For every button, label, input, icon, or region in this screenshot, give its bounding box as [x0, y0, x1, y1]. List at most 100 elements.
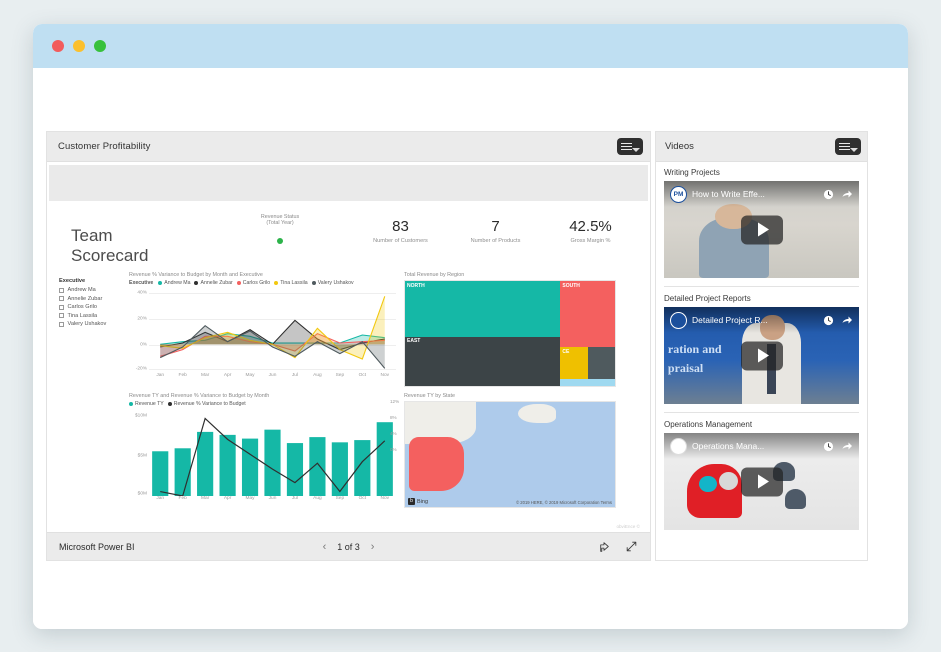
clock-icon[interactable]	[823, 189, 834, 200]
play-icon[interactable]	[740, 341, 783, 370]
y-axis: 40% 20% 0% -20%	[129, 289, 149, 373]
play-icon[interactable]	[740, 215, 783, 244]
play-icon[interactable]	[740, 467, 783, 496]
video-thumbnail[interactable]: ration and praisal Detailed Project R...	[664, 307, 859, 404]
checkbox-icon[interactable]	[59, 296, 64, 301]
y-axis: $10M $5M $0M	[129, 410, 149, 497]
x-tick: Jun	[268, 496, 277, 501]
kpi-value-customers: 83	[392, 218, 409, 235]
slicer-item-label: Valery Ushakov	[67, 321, 107, 327]
x-tick: Sep	[335, 373, 345, 378]
revenue-status-label: Revenue Status (Total Year)	[260, 214, 300, 226]
slicer-item-tina-lassila[interactable]: Tina Lassila	[59, 313, 121, 319]
x-tick: Jul	[291, 496, 299, 501]
legend-tick: 8%	[390, 415, 397, 420]
y-tick: $5M	[137, 453, 147, 459]
kpi-caption-margin: Gross Margin %	[570, 238, 611, 244]
x-tick: Feb	[178, 496, 187, 501]
checkbox-icon[interactable]	[59, 287, 64, 293]
slicer-item-annelie-zubar[interactable]: Annelie Zubar	[59, 296, 121, 302]
legend-group-label: Executive	[129, 280, 154, 286]
legend-item: Annelie Zubar	[194, 280, 233, 286]
x-tick: May	[245, 496, 255, 501]
thumbnail-overlay: Detailed Project R...	[664, 307, 859, 333]
x-tick: Sep	[335, 496, 345, 501]
share-icon[interactable]	[841, 440, 853, 452]
channel-avatar[interactable]	[670, 437, 687, 455]
treemap-tile-minor[interactable]	[560, 378, 615, 386]
clock-icon[interactable]	[823, 441, 834, 452]
treemap-area: NORTH EAST SOUTH CE	[404, 280, 616, 387]
map-area[interactable]: b Bing © 2019 HERE, © 2019 Microsoft Cor…	[404, 401, 616, 508]
kpi-value-margin: 42.5%	[569, 218, 612, 235]
video-thumbnail[interactable]: Operations Mana...	[664, 433, 859, 530]
slicer-item-carlos-grilo[interactable]: Carlos Grilo	[59, 304, 121, 310]
window-maximize-button[interactable]	[94, 40, 106, 52]
treemap-tile-north[interactable]: NORTH	[405, 281, 561, 337]
checkbox-icon[interactable]	[59, 304, 64, 310]
video-card[interactable]: Detailed Project Reports ration and prai…	[664, 294, 859, 404]
bar-chart-revenue[interactable]: Revenue TY and Revenue % Variance to Bud…	[129, 393, 396, 508]
legend-tick: 0%	[390, 447, 397, 452]
video-heading: Writing Projects	[664, 168, 720, 177]
video-heading: Detailed Project Reports	[664, 294, 751, 303]
video-card[interactable]: Writing Projects PM How to Write Effe...	[664, 168, 859, 278]
treemap-tile-east[interactable]: EAST	[405, 336, 561, 386]
report-toolbar-band	[49, 165, 648, 201]
bing-logo: b Bing	[408, 498, 428, 505]
x-tick: Aug	[313, 496, 322, 501]
checkbox-icon[interactable]	[59, 321, 64, 327]
window-minimize-button[interactable]	[73, 40, 85, 52]
kpi-card: 83 Number of Customers	[353, 218, 448, 244]
slicer-item-valery-ushakov[interactable]: Valery Ushakov	[59, 321, 121, 327]
map-revenue-by-state[interactable]: Revenue TY by State 12% 8% 4% 0% b Bing …	[390, 393, 616, 508]
x-tick: Jan	[156, 496, 165, 501]
share-icon[interactable]	[841, 314, 853, 326]
list-menu-icon[interactable]	[835, 138, 861, 155]
slicer-item-andrew-ma[interactable]: Andrew Ma	[59, 287, 121, 293]
kpi-caption-customers: Number of Customers	[373, 238, 428, 244]
legend-tick: 4%	[390, 431, 397, 436]
x-tick: Mar	[201, 496, 210, 501]
list-menu-icon[interactable]	[617, 138, 643, 155]
bar-plot-area: $10M $5M $0M	[129, 410, 396, 497]
scorecard-header: Team Scorecard Revenue Status (Total Yea…	[59, 210, 638, 272]
video-thumbnail[interactable]: PM How to Write Effe...	[664, 181, 859, 278]
legend-tick: 12%	[390, 399, 400, 404]
treemap-tile-ce[interactable]: CE	[560, 347, 588, 379]
map-attribution: © 2019 HERE, © 2019 Microsoft Corporatio…	[516, 500, 612, 505]
line-chart-variance[interactable]: Revenue % Variance to Budget by Month an…	[129, 272, 396, 387]
prev-page-button[interactable]: ‹	[323, 541, 327, 553]
slicer-item-label: Carlos Grilo	[67, 304, 98, 310]
treemap-tile-south[interactable]: SOUTH	[560, 281, 615, 348]
x-tick: Apr	[223, 373, 232, 378]
page-indicator: 1 of 3	[337, 541, 360, 552]
window-close-button[interactable]	[52, 40, 64, 52]
line-series-svg	[159, 296, 386, 369]
treemap-tile-label: EAST	[407, 338, 421, 345]
clock-icon[interactable]	[823, 315, 834, 326]
powerbi-panel-title: Customer Profitability	[58, 141, 151, 152]
list-divider	[664, 412, 859, 413]
y-tick: 40%	[137, 290, 147, 296]
next-page-button[interactable]: ›	[371, 541, 375, 553]
fullscreen-icon[interactable]	[625, 540, 638, 553]
share-icon[interactable]	[598, 540, 611, 553]
share-icon[interactable]	[841, 188, 853, 200]
videos-list: Writing Projects PM How to Write Effe...	[656, 162, 867, 560]
channel-avatar[interactable]	[670, 311, 687, 329]
treemap-tile-other[interactable]	[587, 347, 615, 379]
video-card[interactable]: Operations Management Operations Mana...	[664, 420, 859, 530]
bing-mark: b	[408, 498, 415, 505]
chevron-down-icon	[850, 148, 858, 152]
video-overlay-title: Operations Mana...	[692, 441, 765, 451]
legend-item: Valery Ushakov	[311, 280, 354, 286]
legend-label: Andrew Ma	[164, 280, 191, 286]
treemap-revenue-by-region[interactable]: Total Revenue by Region NORTH EAST SOUTH…	[404, 272, 616, 387]
status-badge	[277, 238, 284, 244]
checkbox-icon[interactable]	[59, 313, 64, 318]
page-navigation: ‹ 1 of 3 ›	[323, 541, 375, 553]
map-highlight-region[interactable]	[409, 436, 464, 492]
powerbi-brand: Microsoft Power BI	[59, 541, 135, 552]
channel-avatar[interactable]: PM	[670, 185, 687, 203]
